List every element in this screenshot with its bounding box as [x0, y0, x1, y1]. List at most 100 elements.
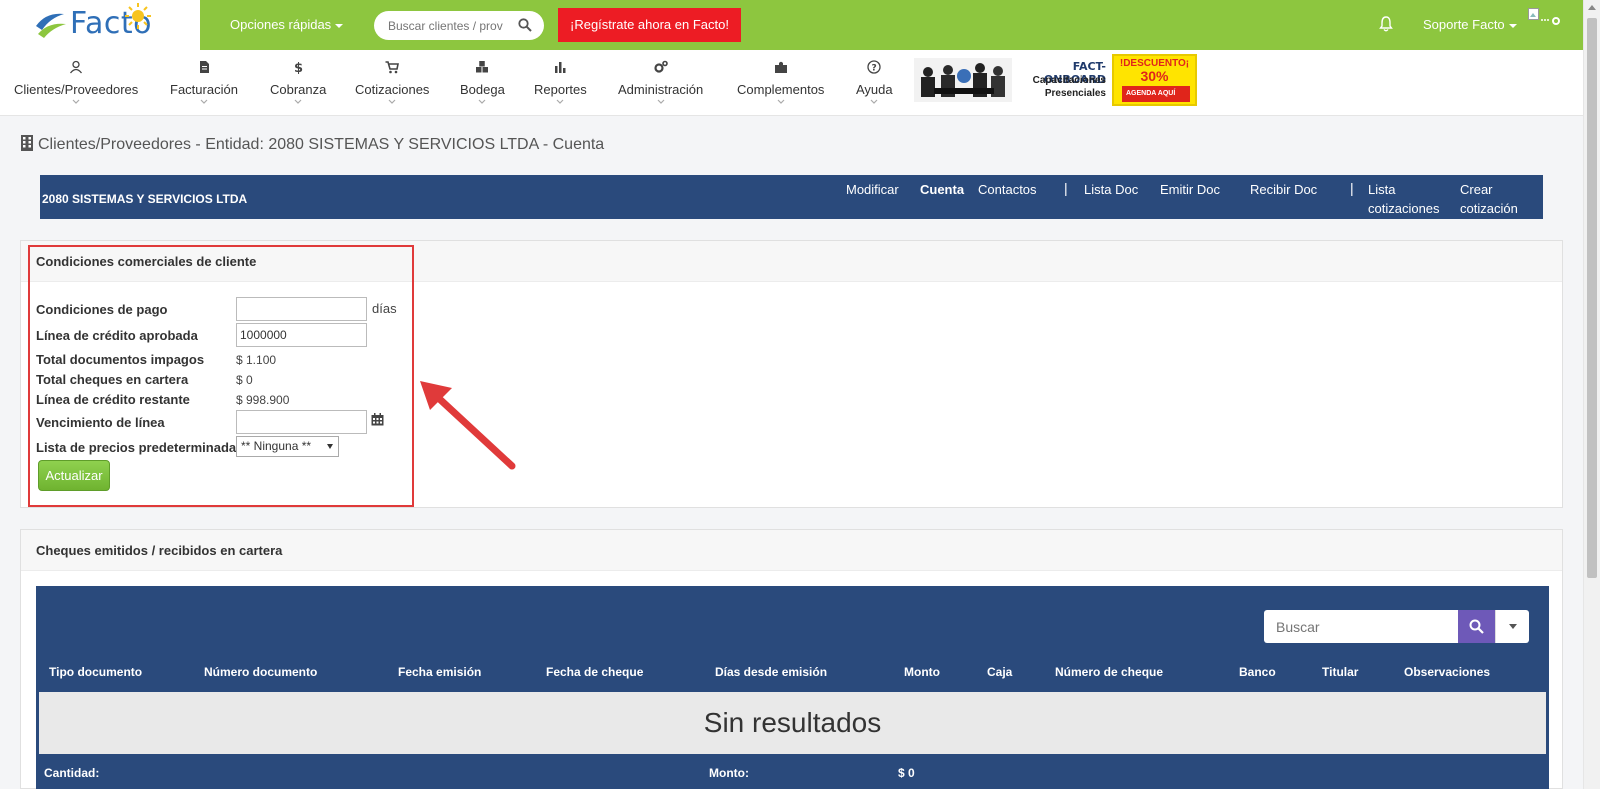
- column-header[interactable]: Fecha de cheque: [546, 665, 643, 679]
- column-header[interactable]: Titular: [1322, 665, 1358, 679]
- nav-label: Bodega: [460, 82, 505, 97]
- cart-icon: [385, 61, 400, 74]
- link-modificar[interactable]: Modificar: [846, 180, 899, 199]
- link-lista-doc[interactable]: Lista Doc: [1084, 180, 1138, 199]
- column-header[interactable]: Observaciones: [1404, 665, 1490, 679]
- bell-icon[interactable]: [1379, 16, 1393, 32]
- avatar-broken-image-icon[interactable]: [1528, 8, 1550, 24]
- empty-results: Sin resultados: [39, 692, 1546, 754]
- online-status-indicator: [1552, 17, 1560, 25]
- page-title-text: Clientes/Proveedores - Entidad: 2080 SIS…: [38, 136, 605, 153]
- footer-count-label: Cantidad:: [44, 766, 100, 780]
- banner-line3: Presenciales: [1044, 88, 1106, 99]
- scrollbar-thumb[interactable]: [1587, 18, 1597, 578]
- nav-clientes-proveedores[interactable]: Clientes/Proveedores: [14, 60, 138, 104]
- register-button[interactable]: ¡Regístrate ahora en Facto!: [558, 8, 741, 42]
- sun-icon: [125, 3, 151, 29]
- boxes-icon: [476, 61, 489, 73]
- training-people-image: [914, 58, 1012, 102]
- nav-label: Cotizaciones: [355, 82, 430, 97]
- nav-administracion[interactable]: Administración: [618, 60, 703, 104]
- table-search-input[interactable]: [1276, 617, 1446, 636]
- column-header[interactable]: Número documento: [204, 665, 317, 679]
- column-header[interactable]: Número de cheque: [1055, 665, 1163, 679]
- chevron-down-icon: [657, 99, 665, 104]
- chevron-down-icon: [777, 99, 785, 104]
- link-recibir-doc[interactable]: Recibir Doc: [1250, 180, 1317, 199]
- banner-line2: Capacitaciones: [1032, 75, 1106, 86]
- footer-amount-value: $ 0: [898, 766, 915, 780]
- link-crear-cotizacion[interactable]: Crear cotización: [1460, 180, 1518, 218]
- link-contactos[interactable]: Contactos: [978, 180, 1037, 199]
- table-search: [1264, 610, 1458, 643]
- chevron-down-icon: [870, 99, 878, 104]
- nav-label: Complementos: [737, 82, 825, 97]
- page-title: Clientes/Proveedores - Entidad: 2080 SIS…: [20, 135, 604, 154]
- nav-label: Ayuda: [856, 82, 893, 97]
- column-header[interactable]: Caja: [987, 665, 1012, 679]
- logo[interactable]: Facto: [0, 0, 200, 50]
- help-icon: ?: [867, 60, 881, 74]
- nav-ayuda[interactable]: ? Ayuda: [856, 60, 893, 104]
- user-menu[interactable]: Soporte Facto: [1423, 17, 1517, 32]
- cheques-table: Tipo documento Número documento Fecha em…: [36, 586, 1549, 789]
- table-search-button[interactable]: [1458, 610, 1495, 643]
- scroll-up-arrow-icon[interactable]: [1588, 5, 1596, 10]
- discount-promo[interactable]: !DESCUENTO¡ 30% AGENDA AQUÍ: [1112, 54, 1197, 106]
- main-nav: Clientes/Proveedores Facturación $ Cobra…: [0, 50, 1583, 116]
- nav-complementos[interactable]: Complementos: [737, 60, 824, 104]
- quick-options-menu[interactable]: Opciones rápidas: [230, 17, 344, 32]
- column-header[interactable]: Días desde emisión: [715, 665, 827, 679]
- nav-cotizaciones[interactable]: Cotizaciones: [355, 60, 429, 104]
- logo-swoosh-icon: [36, 13, 66, 38]
- svg-text:?: ?: [872, 64, 877, 74]
- user-name: Soporte Facto: [1423, 17, 1505, 32]
- promo-cta[interactable]: AGENDA AQUÍ: [1122, 86, 1190, 102]
- client-search: [374, 11, 544, 40]
- link-emitir-doc[interactable]: Emitir Doc: [1160, 180, 1220, 199]
- chevron-down-icon: [388, 99, 396, 104]
- highlight-box: [28, 245, 414, 507]
- nav-facturacion[interactable]: Facturación: [170, 60, 238, 104]
- onboarding-banner[interactable]: FACT-ONBOARD Capacitaciones Presenciales…: [914, 54, 1197, 106]
- chevron-down-icon: [72, 99, 80, 104]
- table-options-dropdown[interactable]: [1495, 610, 1529, 643]
- chevron-down-icon: [556, 99, 564, 104]
- link-separator: |: [1064, 180, 1068, 196]
- search-icon[interactable]: [518, 18, 532, 32]
- svg-text:$: $: [294, 61, 303, 74]
- client-search-input[interactable]: [388, 16, 508, 35]
- chevron-down-icon: [478, 99, 486, 104]
- page-scrollbar[interactable]: [1583, 0, 1600, 789]
- column-header[interactable]: Fecha emisión: [398, 665, 481, 679]
- link-lista-cotizaciones[interactable]: Lista cotizaciones: [1368, 180, 1440, 218]
- link-line: Crear: [1460, 182, 1493, 197]
- link-separator: |: [1350, 180, 1354, 196]
- nav-bodega[interactable]: Bodega: [460, 60, 505, 104]
- nav-cobranza[interactable]: $ Cobranza: [270, 60, 326, 104]
- nav-label: Administración: [618, 82, 704, 97]
- panel-title: Cheques emitidos / recibidos en cartera: [21, 530, 1562, 571]
- caret-down-icon: [1509, 624, 1517, 629]
- column-header[interactable]: Banco: [1239, 665, 1276, 679]
- entity-header: 2080 SISTEMAS Y SERVICIOS LTDA: [40, 175, 1543, 219]
- nav-label: Cobranza: [270, 82, 327, 97]
- chevron-down-icon: [294, 99, 302, 104]
- link-line: cotizaciones: [1368, 201, 1440, 216]
- chevron-down-icon: [200, 99, 208, 104]
- pointer-arrow-annotation: [420, 381, 516, 470]
- top-bar: Facto Opciones rápidas ¡Regístrate ahora…: [0, 0, 1583, 50]
- nav-label: Clientes/Proveedores: [14, 82, 139, 97]
- nav-label: Reportes: [534, 82, 587, 97]
- entity-name: 2080 SISTEMAS Y SERVICIOS LTDA: [42, 192, 248, 206]
- column-header[interactable]: Monto: [904, 665, 940, 679]
- promo-percentage: 30%: [1140, 68, 1169, 84]
- column-header[interactable]: Tipo documento: [49, 665, 142, 679]
- gears-icon: [654, 60, 668, 73]
- document-icon: [199, 61, 209, 73]
- footer-amount-label: Monto:: [709, 766, 749, 780]
- quick-options-label: Opciones rápidas: [230, 17, 332, 32]
- bar-chart-icon: [555, 62, 566, 73]
- link-cuenta[interactable]: Cuenta: [920, 180, 964, 199]
- nav-reportes[interactable]: Reportes: [534, 60, 587, 104]
